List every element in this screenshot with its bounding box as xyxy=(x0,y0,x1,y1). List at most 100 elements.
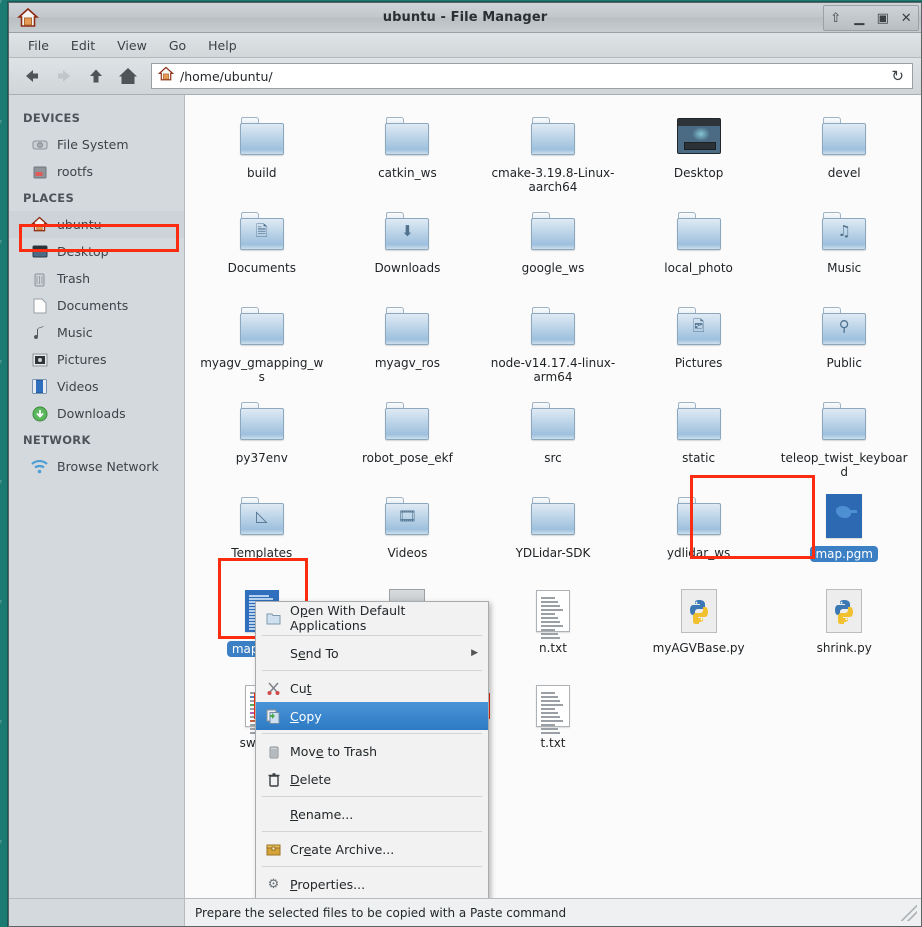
file-item[interactable]: 🖻 Pictures xyxy=(626,293,772,388)
file-icon xyxy=(529,682,577,734)
folder-open-icon xyxy=(265,610,282,627)
file-item[interactable]: shrink.py xyxy=(771,578,917,673)
context-menu-item-properties[interactable]: ⚙ Properties... xyxy=(256,870,488,898)
sidebar-item-ubuntu[interactable]: ubuntu xyxy=(9,211,184,238)
file-item[interactable]: ⚲ Public xyxy=(771,293,917,388)
folder-icon xyxy=(822,402,867,440)
file-item[interactable]: ydlidar_ws xyxy=(626,483,772,578)
home-button[interactable] xyxy=(113,62,143,90)
menubar: File Edit View Go Help xyxy=(9,33,921,58)
file-label: py37env xyxy=(235,451,288,465)
file-item[interactable]: node-v14.17.4-linux-arm64 xyxy=(480,293,626,388)
sidebar-item-rootfs[interactable]: rootfs xyxy=(9,158,184,185)
menu-help[interactable]: Help xyxy=(199,35,246,56)
sidebar-header-network: NETWORK xyxy=(23,433,91,447)
path-bar[interactable]: /home/ubuntu/ ↻ xyxy=(151,63,913,89)
context-menu-item-rename[interactable]: Rename... xyxy=(256,800,488,828)
file-item[interactable]: local_photo xyxy=(626,198,772,293)
trash-icon xyxy=(265,743,282,760)
context-menu-item-label: Copy xyxy=(290,708,322,724)
forward-button[interactable] xyxy=(49,62,79,90)
folder-icon: ♫ xyxy=(822,212,867,250)
file-label: teleop_twist_keyboard xyxy=(780,451,908,479)
file-label: node-v14.17.4-linux-arm64 xyxy=(490,356,616,384)
file-item[interactable]: myAGVBase.py xyxy=(626,578,772,673)
folder-icon: ⬇ xyxy=(385,212,430,250)
file-item[interactable]: t.txt xyxy=(480,673,626,768)
menu-edit[interactable]: Edit xyxy=(62,35,104,56)
file-label: Templates xyxy=(231,546,293,560)
file-icon xyxy=(383,112,431,160)
file-icon-view[interactable]: build catkin_ws cmake-3.19.8-Linux-aarch64… xyxy=(185,95,921,898)
sidebar-item-browse-network[interactable]: Browse Network xyxy=(9,453,184,480)
window-titlebar[interactable]: ubuntu - File Manager ⇧ ▁ ▣ ✕ xyxy=(9,3,921,33)
minimize-button[interactable]: ▁ xyxy=(849,7,869,29)
file-item[interactable]: robot_pose_ekf xyxy=(335,388,481,483)
file-item[interactable]: myagv_gmapping_ws xyxy=(189,293,335,388)
file-item[interactable]: py37env xyxy=(189,388,335,483)
file-item[interactable]: map.pgm xyxy=(771,483,917,578)
back-button[interactable] xyxy=(17,62,47,90)
sidebar-item-music[interactable]: Music xyxy=(9,319,184,346)
sidebar-item-desktop[interactable]: Desktop xyxy=(9,238,184,265)
toolbar: /home/ubuntu/ ↻ xyxy=(9,58,921,95)
file-label: Desktop xyxy=(673,166,724,180)
shade-button[interactable]: ⇧ xyxy=(826,7,846,29)
file-icon xyxy=(529,207,577,255)
file-item[interactable]: teleop_twist_keyboard xyxy=(771,388,917,483)
file-item[interactable]: build xyxy=(189,103,335,198)
file-item[interactable]: 🎞 Videos xyxy=(335,483,481,578)
file-label: myagv_gmapping_ws xyxy=(200,356,324,384)
file-item[interactable]: ◺ Templates xyxy=(189,483,335,578)
archive-icon xyxy=(265,841,282,858)
path-text[interactable]: /home/ubuntu/ xyxy=(180,69,885,84)
sidebar-item-documents[interactable]: Documents xyxy=(9,292,184,319)
close-button[interactable]: ✕ xyxy=(896,7,916,29)
sidebar-item-videos[interactable]: Videos xyxy=(9,373,184,400)
resize-grip[interactable] xyxy=(901,904,917,921)
sidebar-item-pictures[interactable]: Pictures xyxy=(9,346,184,373)
context-menu-item-send-to[interactable]: Send To ▶ xyxy=(256,639,488,667)
sidebar-item-downloads[interactable]: Downloads xyxy=(9,400,184,427)
up-button[interactable] xyxy=(81,62,111,90)
file-item[interactable]: YDLidar-SDK xyxy=(480,483,626,578)
file-item[interactable]: Desktop xyxy=(626,103,772,198)
context-menu-item-move-to-trash[interactable]: Move to Trash xyxy=(256,737,488,765)
delete-icon xyxy=(265,771,282,788)
menu-go[interactable]: Go xyxy=(160,35,195,56)
file-item[interactable]: 🗎 Documents xyxy=(189,198,335,293)
context-menu-item-delete[interactable]: Delete xyxy=(256,765,488,793)
context-menu-item-label: Delete xyxy=(290,771,332,787)
file-label: local_photo xyxy=(664,261,733,275)
path-home-icon xyxy=(157,66,175,86)
file-item[interactable]: src xyxy=(480,388,626,483)
sidebar-item-file-system[interactable]: File System xyxy=(9,131,184,158)
menu-view[interactable]: View xyxy=(108,35,156,56)
context-menu-item-open-with-default-applications[interactable]: Open With Default Applications xyxy=(256,603,488,633)
file-item[interactable]: devel xyxy=(771,103,917,198)
file-item[interactable]: ♫ Music xyxy=(771,198,917,293)
file-item[interactable]: cmake-3.19.8-Linux-aarch64 xyxy=(480,103,626,198)
file-item[interactable]: google_ws xyxy=(480,198,626,293)
sidebar-item-label: rootfs xyxy=(57,164,93,179)
sidebar-item-trash[interactable]: Trash xyxy=(9,265,184,292)
folder-icon xyxy=(822,117,867,155)
window-title: ubuntu - File Manager xyxy=(382,10,548,25)
folder-icon xyxy=(239,402,284,440)
statusbar: Prepare the selected files to be copied … xyxy=(9,898,921,926)
context-menu-item-copy[interactable]: Copy xyxy=(256,702,488,730)
file-icon xyxy=(675,492,723,540)
reload-icon[interactable]: ↻ xyxy=(891,67,906,85)
maximize-button[interactable]: ▣ xyxy=(873,7,893,29)
menu-file[interactable]: File xyxy=(19,35,58,56)
pgm-image-icon xyxy=(826,494,863,538)
file-item[interactable]: ⬇ Downloads xyxy=(335,198,481,293)
sidebar-item-label: Downloads xyxy=(57,406,126,421)
file-item[interactable]: n.txt xyxy=(480,578,626,673)
context-menu-item-cut[interactable]: Cut xyxy=(256,674,488,702)
context-menu-separator xyxy=(262,670,482,671)
file-item[interactable]: static xyxy=(626,388,772,483)
file-item[interactable]: myagv_ros xyxy=(335,293,481,388)
file-item[interactable]: catkin_ws xyxy=(335,103,481,198)
context-menu-item-create-archive[interactable]: Create Archive... xyxy=(256,835,488,863)
